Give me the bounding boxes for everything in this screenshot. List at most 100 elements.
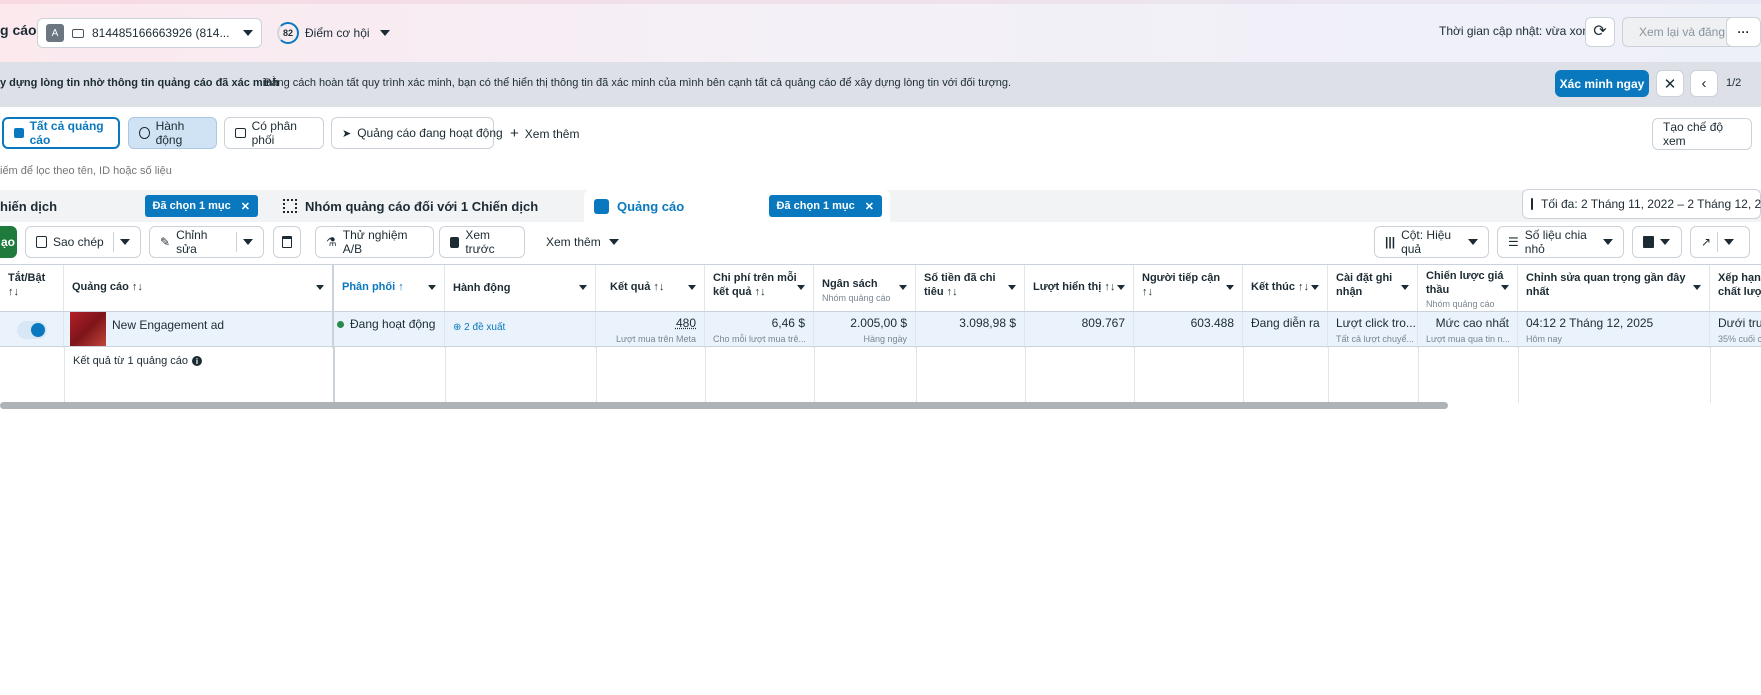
search-row [0,158,1761,184]
account-selector[interactable]: A 814485166663926 (814... [37,18,262,48]
close-icon[interactable]: ✕ [1656,70,1684,97]
more-actions-label: Xem thêm [546,235,601,249]
col-cpr-label: Chi phí trên mỗi kết quả ↑↓ [713,272,797,298]
col-header-cpr[interactable]: Chi phí trên mỗi kết quả ↑↓ [705,265,814,311]
refresh-button[interactable]: ⟳ [1585,17,1615,47]
col-header-reach[interactable]: Người tiếp cận ↑↓ [1134,265,1243,311]
col-ends-label: Kết thúc ↑↓ [1251,281,1310,293]
campaign-selected-label: Đã chọn 1 mục [152,200,231,212]
more-menu-button[interactable]: ··· [1726,17,1761,47]
budget-sub: Hàng ngày [863,334,907,344]
campaign-selected-pill[interactable]: Đã chọn 1 mục ✕ [144,195,258,217]
col-header-bid[interactable]: Chiến lược giá thầu Nhóm quảng cáo [1418,265,1518,311]
create-button[interactable]: ạo [0,226,17,258]
date-range-picker[interactable]: Tối đa: 2 Tháng 11, 2022 – 2 Tháng 12, 2… [1522,189,1761,219]
filter-active-ads[interactable]: ➤ Quảng cáo đang hoạt động [331,117,503,149]
close-icon[interactable]: ✕ [241,200,250,213]
columns-dropdown[interactable]: ||| Cột: Hiệu quả [1374,226,1489,258]
info-icon[interactable]: i [192,356,203,366]
col-header-attribution[interactable]: Cài đặt ghi nhận [1328,265,1418,311]
send-icon: ➤ [342,127,352,140]
chevron-down-icon[interactable] [120,239,130,245]
chevron-down-icon [1724,239,1735,245]
ads-selected-pill[interactable]: Đã chọn 1 mục ✕ [768,195,882,217]
arrow-up-circle-icon [139,127,150,139]
tab-campaigns-label: hiến dịch [0,198,58,214]
summary-row: Kết quả từ 1 quảng cáo i [0,347,1761,403]
filter-see-more[interactable]: + Xem thêm [510,125,579,142]
tab-campaigns[interactable]: hiến dịch Đã chọn 1 mục ✕ [0,190,265,222]
chevron-down-icon [1468,239,1478,245]
col-reach-label: Người tiếp cận ↑↓ [1142,272,1221,298]
delete-button[interactable] [273,226,301,258]
ab-test-button[interactable]: ⚗ Thử nghiệm A/B [315,226,434,258]
ad-icon [594,198,609,214]
filter-all-ads[interactable]: Tất cả quảng cáo [2,117,120,149]
horizontal-scrollbar[interactable] [0,402,1448,409]
col-header-ad[interactable]: Quảng cáo ↑↓ [64,265,334,311]
export-icon: ↗ [1701,235,1712,249]
col-header-results[interactable]: Kết quả ↑↓ [596,265,705,311]
reports-dropdown[interactable] [1632,226,1682,258]
col-bid-label: Chiến lược giá thầu [1426,270,1504,296]
col-header-delivery[interactable]: Phân phối ↑ [334,265,445,311]
trash-icon [282,236,292,248]
verify-now-button[interactable]: Xác minh ngay [1555,70,1649,97]
review-publish-button[interactable]: Xem lại và đăng [1622,17,1742,47]
suggestions-link[interactable]: 2 đề xuất [464,322,505,333]
col-header-last-edit[interactable]: Chỉnh sửa quan trọng gần đây nhất [1518,265,1710,311]
col-header-actions[interactable]: Hành động [445,265,596,311]
col-budget-sub: Nhóm quảng cáo [822,293,891,303]
grid-icon [283,199,297,213]
col-header-impressions[interactable]: Lượt hiển thị ↑↓ [1025,265,1134,311]
ad-account-icon [72,28,84,38]
tab-adsets-label: Nhóm quảng cáo đối với 1 Chiến dịch [305,198,539,214]
ad-name-link[interactable]: New Engagement ad [112,318,224,344]
duplicate-label: Sao chép [53,235,104,249]
ad-toggle[interactable] [16,321,47,339]
col-header-budget[interactable]: Ngân sách Nhóm quảng cáo [814,265,916,311]
plus-icon: + [510,125,519,142]
date-range-label: Tối đa: 2 Tháng 11, 2022 – 2 Tháng 12, 2… [1541,197,1761,211]
opportunity-score[interactable]: 82 Điểm cơ hội [277,21,390,45]
results-value[interactable]: 480 [676,316,696,330]
col-bid-sub: Nhóm quảng cáo [1426,299,1495,309]
cell-ends: Đang diễn ra [1243,312,1328,348]
create-view-button[interactable]: Tạo chế độ xem [1652,118,1752,150]
export-dropdown[interactable]: ↗ [1690,226,1750,258]
col-header-spent[interactable]: Số tiền đã chi tiêu ↑↓ [916,265,1025,311]
columns-label: Cột: Hiệu quả [1401,228,1452,256]
col-header-ranking[interactable]: Xếp hạng chất lượng [1710,265,1761,311]
ranking-value: Dưới trun [1718,316,1761,330]
edit-button[interactable]: ✎ Chỉnh sửa [149,226,264,258]
cpr-value: 6,46 $ [771,316,805,330]
chevron-down-icon [1660,239,1670,245]
col-header-onoff[interactable]: Tắt/Bật ↑↓ [0,265,64,311]
col-header-ends[interactable]: Kết thúc ↑↓ [1243,265,1328,311]
tab-adsets[interactable]: Nhóm quảng cáo đối với 1 Chiến dịch [273,190,578,222]
chevron-down-icon[interactable] [243,239,253,245]
cell-bid: Mức cao nhất Lượt mua qua tin n... [1418,312,1518,348]
col-budget-label: Ngân sách [822,278,878,290]
cell-impressions: 809.767 [1025,312,1134,348]
preview-button[interactable]: Xem trước [439,226,525,258]
cell-last-edit: 04:12 2 Tháng 12, 2025 Hôm nay [1518,312,1710,348]
close-icon[interactable]: ✕ [865,200,874,213]
report-icon [1643,236,1654,248]
breakdown-dropdown[interactable]: ☰ Số liệu chia nhỏ [1497,226,1624,258]
last-edit-value: 04:12 2 Tháng 12, 2025 [1526,316,1654,330]
col-last-edit-label: Chỉnh sửa quan trọng gần đây nhất [1526,272,1686,298]
cell-attribution: Lượt click tro... Tất cả lượt chuyể... [1328,312,1418,348]
impressions-value: 809.767 [1081,316,1125,330]
tab-ads[interactable]: Quảng cáo Đã chọn 1 mục ✕ [584,190,890,222]
refresh-icon: ⟳ [1593,23,1607,40]
ads-selected-label: Đã chọn 1 mục [776,200,855,212]
duplicate-button[interactable]: Sao chép [25,226,141,258]
filter-has-delivery[interactable]: Có phân phối [224,117,324,149]
more-actions-dropdown[interactable]: Xem thêm [546,235,619,249]
delivery-status: Đang hoạt động [350,317,436,331]
filter-actions[interactable]: Hành động [128,117,217,149]
search-input[interactable] [0,165,600,177]
table-row[interactable]: New Engagement ad Đang hoạt động ⊕ 2 đề … [0,311,1761,348]
chevron-left-icon[interactable]: ‹ [1690,70,1718,97]
